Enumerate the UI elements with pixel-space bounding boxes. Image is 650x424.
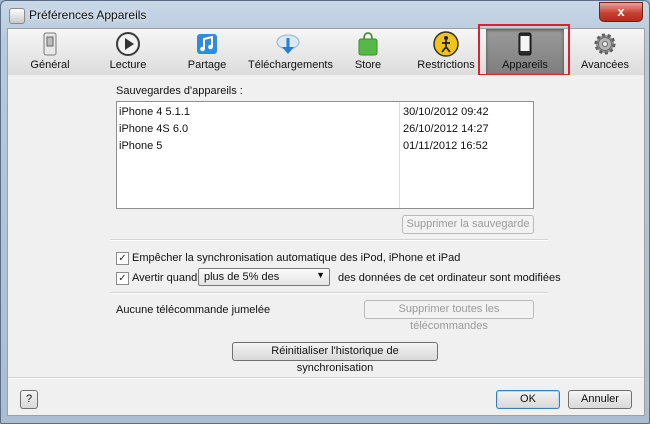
backup-date: 30/10/2012 09:42 (403, 106, 489, 118)
tab-label: Général (30, 59, 70, 71)
warn-suffix-label: des données de cet ordinateur sont modif… (338, 272, 561, 284)
preferences-window: Préférences Appareils x Général Lecture (0, 0, 650, 424)
divider (110, 292, 548, 294)
cancel-button[interactable]: Annuler (568, 390, 632, 409)
restriction-icon (433, 31, 459, 57)
tab-general[interactable]: Général (12, 29, 88, 75)
tab-label: Lecture (109, 59, 147, 71)
shopping-bag-icon (358, 32, 378, 56)
switch-icon (43, 32, 57, 56)
prevent-sync-label: Empêcher la synchronisation automatique … (132, 252, 461, 264)
backups-label: Sauvegardes d'appareils : (116, 85, 243, 97)
play-icon (116, 32, 140, 56)
tab-label: Partage (187, 59, 227, 71)
devices-panel: Sauvegardes d'appareils : iPhone 4 5.1.1… (7, 75, 645, 416)
tab-store[interactable]: Store (330, 29, 406, 75)
reset-sync-history-button[interactable]: Réinitialiser l'historique de synchronis… (232, 342, 438, 374)
itunes-app-icon (9, 8, 25, 24)
list-item[interactable]: iPhone 4S 6.0 26/10/2012 14:27 (117, 121, 533, 138)
tab-advanced[interactable]: Avancées (568, 29, 642, 75)
divider (110, 239, 548, 241)
tab-restrictions[interactable]: Restrictions (408, 29, 484, 75)
divider (8, 377, 644, 379)
backup-date: 26/10/2012 14:27 (403, 123, 489, 135)
backup-date: 01/11/2012 16:52 (403, 140, 488, 152)
warn-threshold-select[interactable]: plus de 5% des ▼ (198, 268, 330, 286)
close-button[interactable]: x (599, 2, 643, 22)
tab-label: Avancées (580, 59, 630, 71)
selected-tab-highlight (478, 24, 570, 76)
ok-button[interactable]: OK (496, 390, 560, 409)
warn-checkbox[interactable]: ✓ (116, 272, 129, 285)
tab-playback[interactable]: Lecture (90, 29, 166, 75)
list-item[interactable]: iPhone 5 01/11/2012 16:52 (117, 138, 533, 155)
tab-sharing[interactable]: Partage (168, 29, 246, 75)
backup-device: iPhone 5 (119, 140, 163, 152)
help-button[interactable]: ? (20, 390, 38, 409)
tab-label: Restrictions (417, 59, 475, 71)
backup-device: iPhone 4S 6.0 (119, 123, 189, 135)
delete-backup-button[interactable]: Supprimer la sauvegarde (402, 215, 534, 234)
tab-downloads[interactable]: Téléchargements (248, 29, 333, 75)
chevron-down-icon: ▼ (316, 270, 325, 280)
music-share-icon (197, 34, 217, 54)
window-title: Préférences Appareils (29, 8, 147, 22)
prevent-sync-checkbox[interactable]: ✓ (116, 252, 129, 265)
remotes-label: Aucune télécommande jumelée (116, 304, 271, 316)
download-icon (276, 34, 300, 54)
gear-icon (594, 33, 616, 55)
backups-list[interactable]: iPhone 4 5.1.1 30/10/2012 09:42 iPhone 4… (116, 101, 534, 209)
list-item[interactable]: iPhone 4 5.1.1 30/10/2012 09:42 (117, 104, 533, 121)
backup-device: iPhone 4 5.1.1 (119, 106, 190, 118)
select-value: plus de 5% des (204, 271, 280, 283)
remove-remotes-button[interactable]: Supprimer toutes les télécommandes (364, 300, 534, 332)
tab-label: Store (354, 59, 382, 71)
warn-label: Avertir quand (132, 272, 198, 284)
tab-label: Téléchargements (248, 59, 333, 71)
